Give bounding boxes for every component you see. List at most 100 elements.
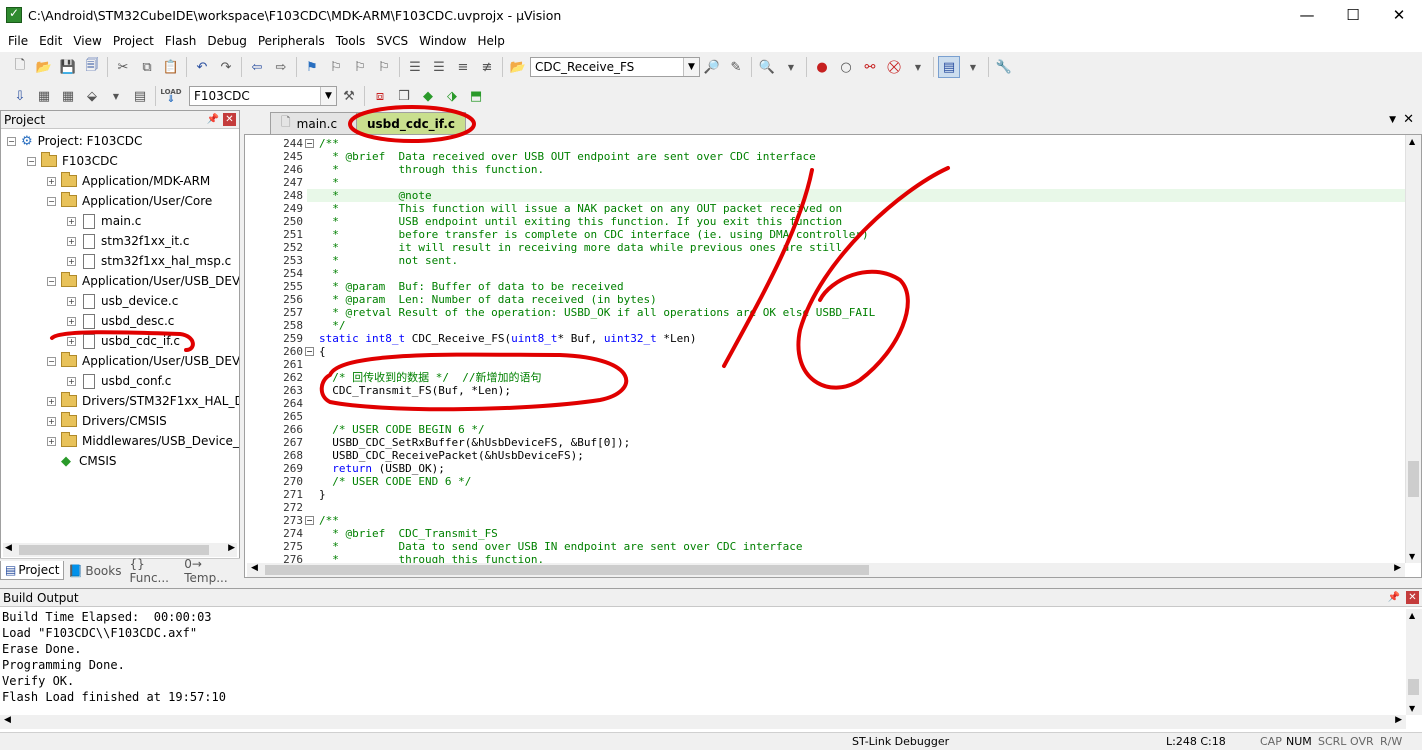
- code-line[interactable]: return (USBD_OK);: [307, 462, 1407, 475]
- code-line[interactable]: * @note: [307, 189, 1407, 202]
- tree-item[interactable]: + main.c: [67, 211, 141, 231]
- code-line[interactable]: /* 回传收到的数据 */ //新增加的语句: [307, 371, 1407, 384]
- expand-icon[interactable]: +: [47, 176, 56, 186]
- bookmark-icon[interactable]: ⚑: [301, 56, 323, 78]
- menu-view[interactable]: View: [67, 34, 106, 48]
- debug-session-icon[interactable]: 🔍: [756, 56, 778, 78]
- redo-icon[interactable]: ↷: [215, 56, 237, 78]
- code-line[interactable]: [307, 397, 1407, 410]
- code-line[interactable]: /**: [307, 514, 1407, 527]
- expand-icon[interactable]: +: [67, 256, 76, 266]
- tree-item[interactable]: − ⚙ Project: F103CDC: [7, 131, 142, 151]
- download-icon[interactable]: LOAD ⇓: [160, 85, 182, 107]
- tree-item[interactable]: − F103CDC: [27, 151, 118, 171]
- tree-item[interactable]: + Middlewares/USB_Device_Library: [47, 431, 239, 451]
- code-line[interactable]: * it will result in receiving more data …: [307, 241, 1407, 254]
- undo-icon[interactable]: ↶: [191, 56, 213, 78]
- copy-icon[interactable]: ⧉: [136, 56, 158, 78]
- tab-project[interactable]: ▤ Project: [0, 561, 65, 580]
- prev-bookmark-icon[interactable]: ⚐: [325, 56, 347, 78]
- target-options-icon[interactable]: ⚒: [338, 85, 360, 107]
- expand-icon[interactable]: +: [67, 296, 76, 306]
- collapse-icon[interactable]: −: [27, 156, 36, 166]
- code-line[interactable]: * This function will issue a NAK packet …: [307, 202, 1407, 215]
- code-line[interactable]: * not sent.: [307, 254, 1407, 267]
- code-line[interactable]: *: [307, 267, 1407, 280]
- menu-peripherals[interactable]: Peripherals: [252, 34, 330, 48]
- code-line[interactable]: /**: [307, 137, 1407, 150]
- tab-books[interactable]: 📘 Books: [64, 562, 125, 580]
- function-combo[interactable]: CDC_Receive_FS ▼: [530, 57, 700, 77]
- dropdown-arrow-icon[interactable]: ▼: [962, 56, 984, 78]
- dropdown-arrow-icon[interactable]: ▼: [780, 56, 802, 78]
- tree-item[interactable]: + usbd_conf.c: [67, 371, 171, 391]
- code-line[interactable]: * @param Buf: Buffer of data to be recei…: [307, 280, 1407, 293]
- code-line[interactable]: static int8_t CDC_Receive_FS(uint8_t* Bu…: [307, 332, 1407, 345]
- collapse-icon[interactable]: −: [47, 196, 56, 206]
- code-line[interactable]: USBD_CDC_ReceivePacket(&hUsbDeviceFS);: [307, 449, 1407, 462]
- expand-icon[interactable]: +: [47, 396, 56, 406]
- build-icon[interactable]: ▦: [33, 85, 55, 107]
- tree-item[interactable]: + Drivers/STM32F1xx_HAL_Driver: [47, 391, 239, 411]
- editor-vertical-scrollbar[interactable]: ▲ ▼: [1405, 135, 1421, 563]
- menu-project[interactable]: Project: [107, 34, 159, 48]
- close-editor-icon[interactable]: ✕: [1403, 112, 1414, 127]
- expand-icon[interactable]: +: [67, 376, 76, 386]
- code-line[interactable]: *: [307, 176, 1407, 189]
- code-line[interactable]: * USB endpoint until exiting this functi…: [307, 215, 1407, 228]
- code-line[interactable]: /* USER CODE END 6 */: [307, 475, 1407, 488]
- tree-item[interactable]: + usbd_cdc_if.c: [67, 331, 180, 351]
- pack-installer-icon[interactable]: ⬒: [465, 85, 487, 107]
- manage-components-icon[interactable]: ⧈: [369, 85, 391, 107]
- tab-usbd-cdc-if-c[interactable]: usbd_cdc_if.c: [356, 112, 466, 134]
- code-line[interactable]: * through this function.: [307, 163, 1407, 176]
- configure-icon[interactable]: 🔧: [993, 56, 1015, 78]
- translate-icon[interactable]: ⇩: [9, 85, 31, 107]
- tree-item[interactable]: + usb_device.c: [67, 291, 178, 311]
- clear-bookmarks-icon[interactable]: ⚐: [373, 56, 395, 78]
- close-icon[interactable]: ✕: [223, 113, 236, 126]
- tree-item[interactable]: + usbd_desc.c: [67, 311, 174, 331]
- dropdown-arrow-icon[interactable]: ▼: [105, 85, 127, 107]
- expand-icon[interactable]: +: [47, 436, 56, 446]
- unindent-icon[interactable]: ☰: [428, 56, 450, 78]
- nav-back-icon[interactable]: ⇦: [246, 56, 268, 78]
- tree-item[interactable]: − Application/User/USB_DEVICE/App: [47, 271, 239, 291]
- maximize-button[interactable]: ☐: [1330, 0, 1376, 30]
- disable-breakpoints-icon[interactable]: ⚯: [859, 56, 881, 78]
- indent-icon[interactable]: ☰: [404, 56, 426, 78]
- cut-icon[interactable]: ✂: [112, 56, 134, 78]
- collapse-icon[interactable]: −: [47, 276, 56, 286]
- nav-forward-icon[interactable]: ⇨: [270, 56, 292, 78]
- paste-icon[interactable]: 📋: [160, 56, 182, 78]
- new-file-icon[interactable]: 🗋: [9, 56, 31, 78]
- tree-item[interactable]: + stm32f1xx_hal_msp.c: [67, 251, 231, 271]
- code-line[interactable]: * @retval Result of the operation: USBD_…: [307, 306, 1407, 319]
- code-line[interactable]: [307, 410, 1407, 423]
- menu-flash[interactable]: Flash: [159, 34, 201, 48]
- menu-window[interactable]: Window: [413, 34, 471, 48]
- tab-functions[interactable]: {} Func...: [125, 555, 180, 587]
- uncomment-icon[interactable]: ≢: [476, 56, 498, 78]
- tab-list-dropdown-icon[interactable]: ▼: [1389, 115, 1396, 125]
- incremental-find-icon[interactable]: ✎: [725, 56, 747, 78]
- menu-tools[interactable]: Tools: [330, 34, 371, 48]
- tree-item[interactable]: + Application/MDK-ARM: [47, 171, 210, 191]
- tree-item[interactable]: − Application/User/USB_DEVICE/Target: [47, 351, 239, 371]
- enable-breakpoint-icon[interactable]: ○: [835, 56, 857, 78]
- code-line[interactable]: {: [307, 345, 1407, 358]
- tree-item[interactable]: ◆ CMSIS: [47, 451, 117, 471]
- next-bookmark-icon[interactable]: ⚐: [349, 56, 371, 78]
- expand-icon[interactable]: +: [47, 416, 56, 426]
- menu-svcs[interactable]: SVCS: [370, 34, 413, 48]
- open-file-icon[interactable]: 📂: [33, 56, 55, 78]
- expand-icon[interactable]: +: [67, 216, 76, 226]
- code-line[interactable]: }: [307, 488, 1407, 501]
- editor-horizontal-scrollbar[interactable]: ◀ ▶: [247, 563, 1405, 577]
- code-line[interactable]: USBD_CDC_SetRxBuffer(&hUsbDeviceFS, &Buf…: [307, 436, 1407, 449]
- save-all-icon[interactable]: 🗐: [81, 56, 103, 78]
- close-icon[interactable]: ✕: [1406, 591, 1419, 604]
- window-layout-icon[interactable]: ▤: [938, 56, 960, 78]
- code-line[interactable]: */: [307, 319, 1407, 332]
- file-extensions-icon[interactable]: ❒: [393, 85, 415, 107]
